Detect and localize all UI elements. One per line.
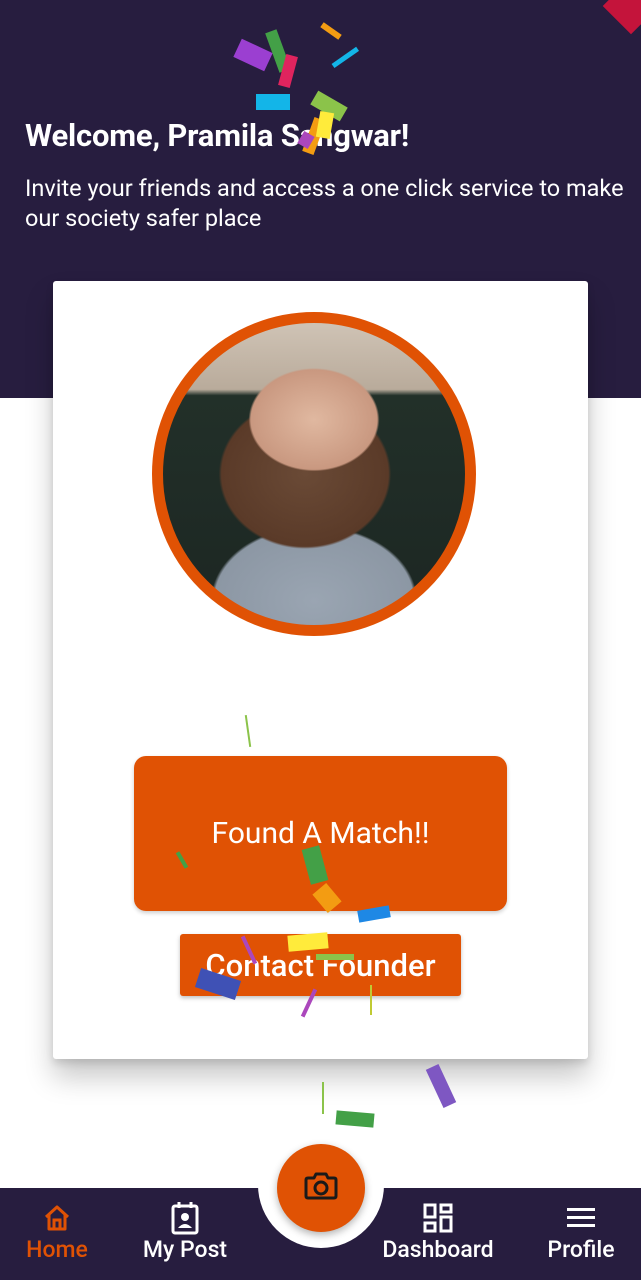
contact-founder-button[interactable]: Contact Founder [180,934,461,996]
dashboard-icon [423,1200,453,1236]
welcome-title: Welcome, Pramila Sangwar! [25,117,410,154]
contact-card-icon [170,1200,200,1236]
profile-photo [152,312,476,636]
nav-profile-label: Profile [547,1236,615,1263]
menu-icon [566,1200,596,1236]
nav-my-post-label: My Post [142,1236,228,1263]
found-match-button[interactable]: Found A Match!! [134,756,507,911]
nav-home-label: Home [26,1236,88,1263]
found-match-label: Found A Match!! [211,816,430,851]
nav-dashboard-label: Dashboard [382,1236,494,1263]
nav-profile[interactable]: Profile [545,1200,617,1263]
camera-icon [304,1171,338,1205]
home-icon [42,1200,72,1236]
nav-my-post[interactable]: My Post [140,1200,230,1263]
nav-dashboard[interactable]: Dashboard [379,1200,497,1263]
match-card: Found A Match!! Contact Founder [53,281,588,1059]
contact-founder-label: Contact Founder [205,946,436,984]
nav-home[interactable]: Home [24,1200,90,1263]
welcome-subtitle: Invite your friends and access a one cli… [25,174,624,232]
camera-button[interactable] [277,1144,365,1232]
